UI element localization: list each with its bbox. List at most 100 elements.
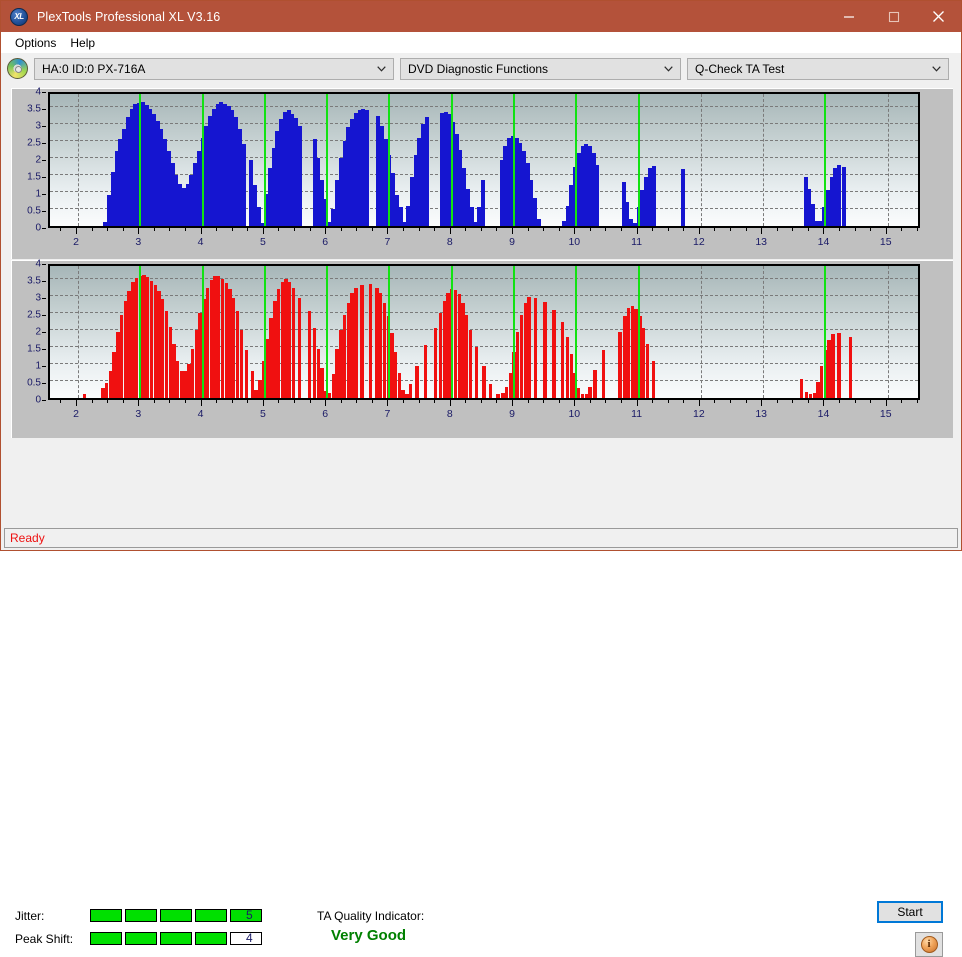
chart-bar [360, 285, 364, 398]
jitter-value: 5 [246, 908, 253, 922]
drive-select[interactable]: HA:0 ID:0 PX-716A [34, 57, 394, 80]
ta-quality-value: Very Good [331, 927, 407, 944]
maximize-button[interactable] [871, 1, 916, 32]
x-axis-tick [247, 228, 249, 231]
y-axis-tick [42, 211, 46, 212]
x-axis-tick [60, 228, 62, 231]
y-axis-tick [42, 332, 46, 333]
menu-item-options[interactable]: Options [8, 34, 63, 52]
x-axis-tick [652, 400, 654, 403]
y-axis-tick-label: 2 [35, 154, 41, 166]
x-axis-tick [480, 228, 482, 231]
y-axis-tick [42, 126, 46, 127]
x-axis-tick [776, 400, 778, 403]
x-axis-tick [262, 228, 264, 234]
x-axis-tick [138, 228, 140, 234]
x-axis-tick-label: 10 [568, 236, 581, 248]
x-axis-tick [512, 228, 514, 234]
x-axis-tick [807, 400, 809, 403]
x-axis-tick [185, 228, 187, 231]
chart-bar [837, 333, 841, 398]
x-axis-tick [200, 400, 202, 406]
chart-bar [480, 180, 485, 226]
x-axis-tick [153, 228, 155, 231]
x-axis-tick [403, 228, 405, 231]
menu-item-help[interactable]: Help [63, 34, 102, 52]
chart-bar [433, 328, 438, 398]
y-axis-tick [42, 143, 46, 144]
x-axis-tick [91, 228, 93, 231]
footer: Jitter: 5 Peak Shift: 4 TA Quality Indic… [1, 439, 961, 957]
drive-select-value: HA:0 ID:0 PX-716A [42, 61, 146, 76]
x-axis-tick [683, 400, 685, 403]
x-axis-tick [325, 400, 327, 406]
start-button-label: Start [897, 905, 923, 919]
gridline-horizontal [50, 278, 918, 279]
x-axis-tick-label: 5 [259, 408, 266, 420]
x-axis-tick [667, 400, 669, 403]
x-axis-tick-label: 12 [693, 236, 705, 248]
minimize-button[interactable] [826, 1, 871, 32]
close-button[interactable] [916, 1, 961, 32]
x-axis-tick [636, 400, 638, 406]
charts-container: 0 0.5 1 1.5 2 2.5 3 3.5 4 2 3 4 5 6 7 8 9 10 11 12 13 14 15 0… [1, 84, 961, 439]
gridline-horizontal [50, 106, 918, 107]
test-select-value: Q-Check TA Test [695, 61, 785, 76]
x-axis-tick-label: 14 [817, 408, 830, 420]
meter-segment [90, 909, 122, 922]
x-axis-tick [294, 400, 296, 403]
x-axis-tick-label: 4 [197, 408, 204, 420]
chart-bar [244, 350, 248, 398]
x-axis-tick [698, 400, 700, 406]
y-axis-tick-label: 2.5 [27, 137, 41, 149]
x-axis-tick [480, 400, 482, 403]
function-select-value: DVD Diagnostic Functions [408, 61, 549, 76]
meter-segment [195, 932, 227, 945]
x-axis-tick [823, 228, 825, 234]
test-select[interactable]: Q-Check TA Test [687, 57, 949, 80]
meter-segment [195, 909, 227, 922]
x-axis-tick [730, 228, 732, 231]
x-axis-tick [543, 228, 545, 231]
minimize-icon [843, 15, 854, 18]
gridline-vertical [887, 94, 889, 226]
x-axis-tick [216, 400, 218, 403]
maximize-icon [888, 11, 899, 22]
sector-marker [263, 94, 266, 226]
jitter-chart-x-axis: 2 3 4 5 6 7 8 9 10 11 12 13 14 15 [48, 228, 920, 256]
y-axis-tick [42, 194, 46, 195]
x-axis-tick [76, 400, 78, 406]
chevron-down-icon [377, 65, 386, 72]
sector-marker [637, 94, 640, 226]
x-axis-tick-label: 10 [568, 408, 581, 420]
function-select[interactable]: DVD Diagnostic Functions [400, 57, 681, 80]
x-axis-tick [185, 400, 187, 403]
window-controls [826, 1, 961, 32]
window-title: PlexTools Professional XL V3.16 [37, 9, 221, 24]
x-axis-tick [714, 228, 716, 231]
y-axis-tick-label: 1.5 [27, 343, 41, 355]
x-axis-tick [247, 400, 249, 403]
chart-bar [468, 330, 473, 398]
gridline-horizontal [50, 346, 918, 347]
x-axis-tick [278, 228, 280, 231]
y-axis-tick-label: 0.5 [27, 377, 41, 389]
jitter-plot-wrap [48, 92, 920, 228]
x-axis-tick [714, 400, 716, 403]
ta-quality-label: TA Quality Indicator: [317, 909, 425, 923]
sector-marker [139, 94, 142, 226]
sector-marker [575, 94, 578, 226]
info-button[interactable]: i [915, 932, 943, 957]
sector-marker [201, 94, 204, 226]
x-axis-tick [870, 400, 872, 403]
y-axis-tick-label: 1.5 [27, 171, 41, 183]
start-button[interactable]: Start [877, 901, 943, 923]
y-axis-tick-label: 0 [35, 222, 41, 234]
x-axis-tick-label: 14 [817, 236, 830, 248]
meter-segment [125, 932, 157, 945]
x-axis-tick [854, 400, 856, 403]
chart-bar [291, 287, 296, 398]
x-axis-tick [122, 400, 124, 403]
x-axis-tick [387, 228, 389, 234]
x-axis-tick [169, 400, 171, 403]
